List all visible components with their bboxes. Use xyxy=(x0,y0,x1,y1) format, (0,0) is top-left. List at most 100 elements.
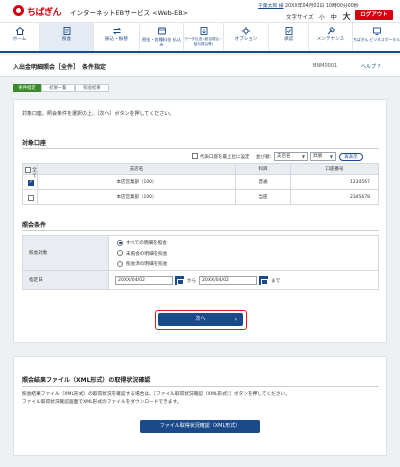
nav-label: 照会 xyxy=(61,37,72,42)
from-word: から xyxy=(187,279,197,284)
nav-item-tax-payment[interactable]: 税金・各種料金 払込み xyxy=(140,23,184,51)
font-size-label: 文字サイズ xyxy=(286,15,314,21)
row-checkbox[interactable] xyxy=(27,194,34,201)
resort-button[interactable]: 再表示 xyxy=(339,152,363,161)
section-divider xyxy=(22,230,379,231)
home-icon xyxy=(15,26,24,35)
data-transmission-icon xyxy=(200,27,207,35)
option-icon xyxy=(242,27,250,35)
number-cell: 1234567 xyxy=(290,174,379,190)
type-cell: 普通 xyxy=(235,174,291,190)
section-divider xyxy=(22,148,379,149)
approval-icon xyxy=(285,27,292,35)
global-nav: ホーム 照会 振込・振替 税金・各種料金 払込み データ伝送 (総合振込・給与振… xyxy=(0,22,400,53)
transfer-icon xyxy=(112,27,121,35)
column-header-type: 科目 xyxy=(235,163,291,175)
xml-instruction-2: ファイル取得状況確認画面でXML形式のファイルをダウンロードできます。 xyxy=(22,400,182,405)
xml-status-panel: 照会結果ファイル（XML形式）の取得状況確認 照会結果ファイル（XML形式）の取… xyxy=(13,356,387,456)
set-representative-checkbox[interactable] xyxy=(192,153,198,159)
radio-viewed-label: 照会済の明細を照会 xyxy=(126,262,168,267)
table-row[interactable]: 本店営業部（100） 普通 1234567 xyxy=(22,174,379,190)
nav-item-business-portal[interactable]: ちばぎん ビジネスポータル xyxy=(353,23,400,51)
chevron-down-icon: ▼ xyxy=(301,154,305,159)
logo-text: ちばぎん xyxy=(27,8,62,18)
radio-unviewed-label: 未照会の明細を照会 xyxy=(126,251,168,257)
row-checkbox[interactable] xyxy=(27,179,34,186)
table-row[interactable]: 本店営業部（100） 当座 2345678 xyxy=(22,189,379,205)
number-cell: 2345678 xyxy=(290,189,379,205)
nav-item-maintenance[interactable]: メンテナンス xyxy=(309,23,353,51)
nav-label: ホーム xyxy=(12,37,27,42)
title-bar: 入出金明細照会［全件］ 条件指定 BNM0001 ヘルプ ? xyxy=(0,55,400,77)
sort-field-value: 支店名 xyxy=(277,154,291,159)
section-divider xyxy=(22,386,379,387)
user-info: 千葉太郎 様 20XX年04月02日 10時00分00秒 xyxy=(258,2,359,9)
column-header-branch: 支店名 xyxy=(37,163,236,175)
date-from-input[interactable]: 20XX/04/02 xyxy=(115,276,173,285)
nav-label: メンテナンス xyxy=(316,37,345,42)
target-label: 照会対象 xyxy=(22,235,109,271)
account-table: 全て 支店名 科目 口座番号 本店営業部（100） 普通 1234567 本店営… xyxy=(22,163,379,205)
type-cell: 当座 xyxy=(235,189,291,205)
inquiry-icon xyxy=(63,27,70,35)
sort-label: 並び順： xyxy=(256,155,274,160)
condition-panel: 対象口座、照会条件を選択の上、［次へ］ボタンを押してください。 対象口座 代表口… xyxy=(13,99,387,343)
table-header-row: 全て 支店名 科目 口座番号 xyxy=(22,163,379,179)
chevron-down-icon: ▼ xyxy=(329,154,333,159)
column-header-number: 口座番号 xyxy=(290,163,379,175)
next-button-highlight: 次へ › xyxy=(155,310,247,330)
calendar-to-icon[interactable] xyxy=(259,276,268,285)
sort-order-value: 昇順 xyxy=(313,154,322,159)
row-checkbox-cell xyxy=(22,189,38,205)
branch-cell: 本店営業部（100） xyxy=(37,189,236,205)
nav-item-approval[interactable]: 承認 xyxy=(269,23,309,51)
next-label: 次へ xyxy=(195,316,206,322)
select-all-checkbox[interactable] xyxy=(25,166,31,173)
screen-id: BNM0001 xyxy=(313,63,338,69)
accounts-section-title: 対象口座 xyxy=(22,140,47,147)
calendar-from-icon[interactable] xyxy=(175,276,184,285)
radio-all[interactable] xyxy=(117,239,123,246)
logout-button[interactable]: ログアウト xyxy=(355,10,393,20)
nav-label: 振込・振替 xyxy=(105,37,128,42)
bank-logo-icon xyxy=(13,5,24,16)
period-row: 指定日 20XX/04/02 から 20XX/04/02 まで xyxy=(22,270,379,290)
next-button[interactable]: 次へ › xyxy=(158,313,243,326)
radio-viewed[interactable] xyxy=(117,260,123,267)
maintenance-icon xyxy=(327,27,335,35)
radio-unviewed[interactable] xyxy=(117,250,123,256)
font-size-large-button[interactable]: 大 xyxy=(343,11,351,22)
nav-label: ちばぎん ビジネスポータル xyxy=(353,37,400,42)
font-size-small-button[interactable]: 小 xyxy=(319,13,325,21)
xml-instruction-1: 照会結果ファイル（XML形式）の取得状況を確認する場合は、［ファイル取得状況確認… xyxy=(22,392,290,397)
to-word: まで xyxy=(271,279,281,284)
step-inquiry-result: 照会結果 xyxy=(75,84,109,92)
nav-item-inquiry[interactable]: 照会 xyxy=(40,23,94,51)
sort-field-select[interactable]: 支店名 ▼ xyxy=(274,152,308,161)
user-name-link[interactable]: 千葉太郎 様 xyxy=(258,4,284,9)
help-label: ヘルプ xyxy=(361,64,377,70)
set-representative-label: 代表口座を最上位に設定 xyxy=(200,155,250,160)
nav-item-data-transmission[interactable]: データ伝送 (総合振込・給与振込等) xyxy=(184,23,224,51)
sort-order-select[interactable]: 昇順 ▼ xyxy=(310,152,336,161)
file-status-check-button[interactable]: ファイル取得状況確認（XML形式） xyxy=(140,420,260,433)
date-to-input[interactable]: 20XX/04/02 xyxy=(199,276,257,285)
nav-item-option[interactable]: オプション xyxy=(224,23,269,51)
conditions-section-title: 照会条件 xyxy=(22,222,47,229)
period-label: 指定日 xyxy=(22,270,109,290)
radio-all-label: すべての明細を照会 xyxy=(126,241,167,246)
condition-table: 照会対象 すべての明細を照会 未照会の明細を照会 照会済の明細を照会 指定日 2… xyxy=(22,235,379,290)
nav-item-transfer[interactable]: 振込・振替 xyxy=(94,23,140,51)
target-row: 照会対象 すべての明細を照会 未照会の明細を照会 照会済の明細を照会 xyxy=(22,235,379,271)
target-options: すべての明細を照会 未照会の明細を照会 照会済の明細を照会 xyxy=(108,235,379,271)
page-title: 入出金明細照会［全件］ 条件指定 xyxy=(13,64,107,71)
nav-item-home[interactable]: ホーム xyxy=(0,23,40,51)
nav-label: データ伝送 (総合振込・給与振込等) xyxy=(184,37,223,46)
font-size-medium-button[interactable]: 中 xyxy=(330,11,337,21)
period-inputs: 20XX/04/02 から 20XX/04/02 まで xyxy=(108,270,379,290)
service-name: インターネットEBサービス <Web-EB> xyxy=(70,9,189,17)
nav-label: オプション xyxy=(234,37,258,42)
header: ちばぎん インターネットEBサービス <Web-EB> 千葉太郎 様 20XX年… xyxy=(0,0,400,22)
branch-cell: 本店営業部（100） xyxy=(37,174,236,190)
help-link[interactable]: ヘルプ ? xyxy=(361,63,380,70)
